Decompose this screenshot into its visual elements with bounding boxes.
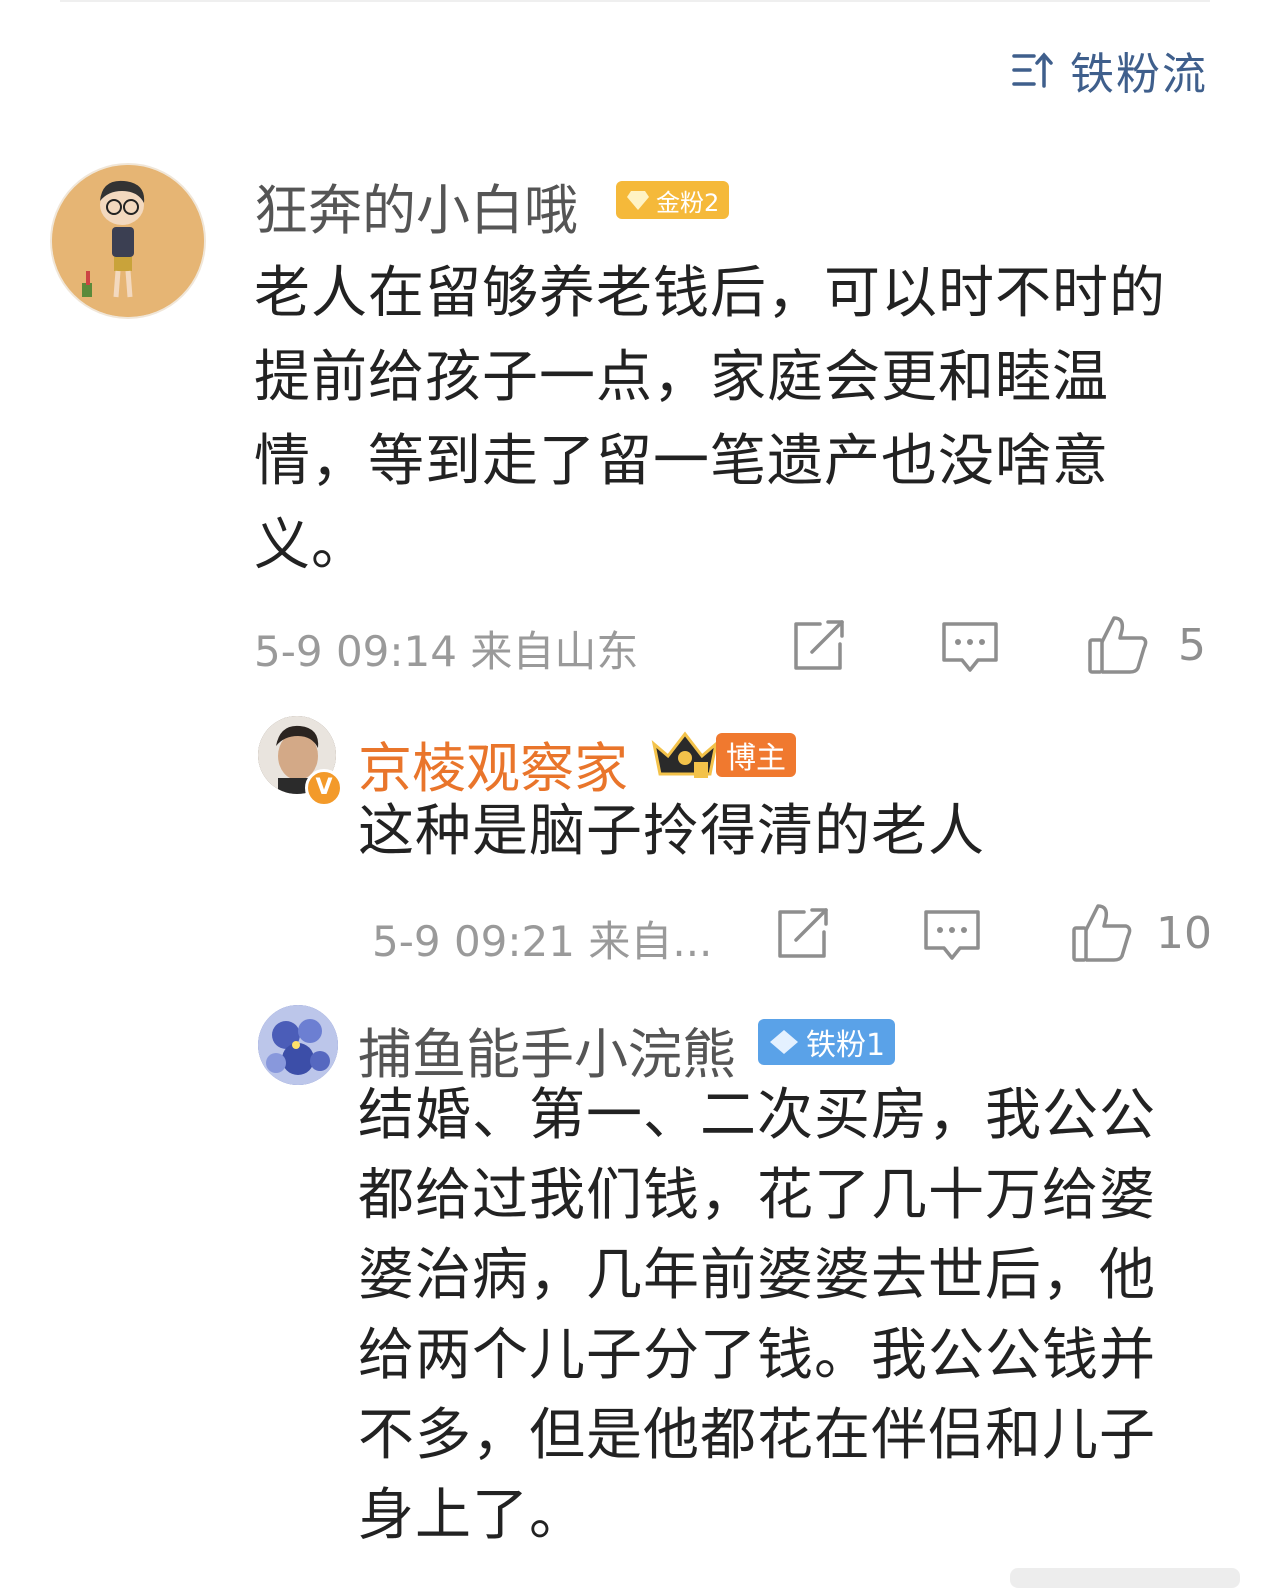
sort-toggle[interactable]: 铁粉流 <box>1010 38 1208 102</box>
crown-rank-icon <box>648 726 722 786</box>
blogger-badge: 博主 <box>716 733 796 777</box>
like-button[interactable] <box>1070 902 1134 968</box>
fan-level-badge: 金粉2 <box>616 181 730 219</box>
thumbs-up-icon <box>1072 904 1132 962</box>
badge-label: 金粉2 <box>656 188 720 217</box>
thumbs-up-icon <box>1088 616 1148 674</box>
repost-button[interactable] <box>790 618 848 678</box>
watermark <box>1010 1558 1240 1588</box>
timestamp-location: 5-9 09:14 来自山东 <box>254 627 639 676</box>
flower-avatar-icon <box>258 1005 338 1085</box>
sort-toggle-label: 铁粉流 <box>1070 49 1208 100</box>
like-count: 5 <box>1178 620 1206 671</box>
comment-icon <box>924 910 980 960</box>
like-button[interactable] <box>1086 614 1150 680</box>
like-count: 10 <box>1156 908 1212 959</box>
top-divider <box>60 0 1210 2</box>
comment-icon <box>942 622 998 672</box>
repost-icon <box>778 908 828 958</box>
badge-label: 铁粉1 <box>806 1028 886 1063</box>
reply-button[interactable] <box>940 620 1000 680</box>
diamond-icon <box>770 1030 798 1054</box>
comment-text: 老人在留够养老钱后，可以时不时的提前给孩子一点，家庭会更和睦温情，等到走了留一笔… <box>254 261 1166 578</box>
diamond-icon <box>627 191 649 210</box>
comment-text: 这种是脑子拎得清的老人 <box>358 799 985 864</box>
avatar[interactable] <box>50 163 206 319</box>
comment-text: 结婚、第一、二次买房，我公公都给过我们钱，花了几十万给婆婆治病，几年前婆婆去世后… <box>358 1083 1156 1548</box>
repost-button[interactable] <box>774 906 832 966</box>
verified-v-icon: V <box>305 769 343 807</box>
badge-label: 博主 <box>726 741 786 776</box>
username[interactable]: 狂奔的小白哦 <box>254 166 578 245</box>
timestamp-location: 5-9 09:21 来自... <box>372 917 713 966</box>
cartoon-avatar-icon <box>52 165 204 317</box>
avatar[interactable] <box>258 1005 338 1085</box>
fan-level-badge: 铁粉1 <box>758 1019 896 1065</box>
sort-icon <box>1012 52 1053 88</box>
repost-icon <box>794 620 844 670</box>
reply-button[interactable] <box>922 908 982 968</box>
